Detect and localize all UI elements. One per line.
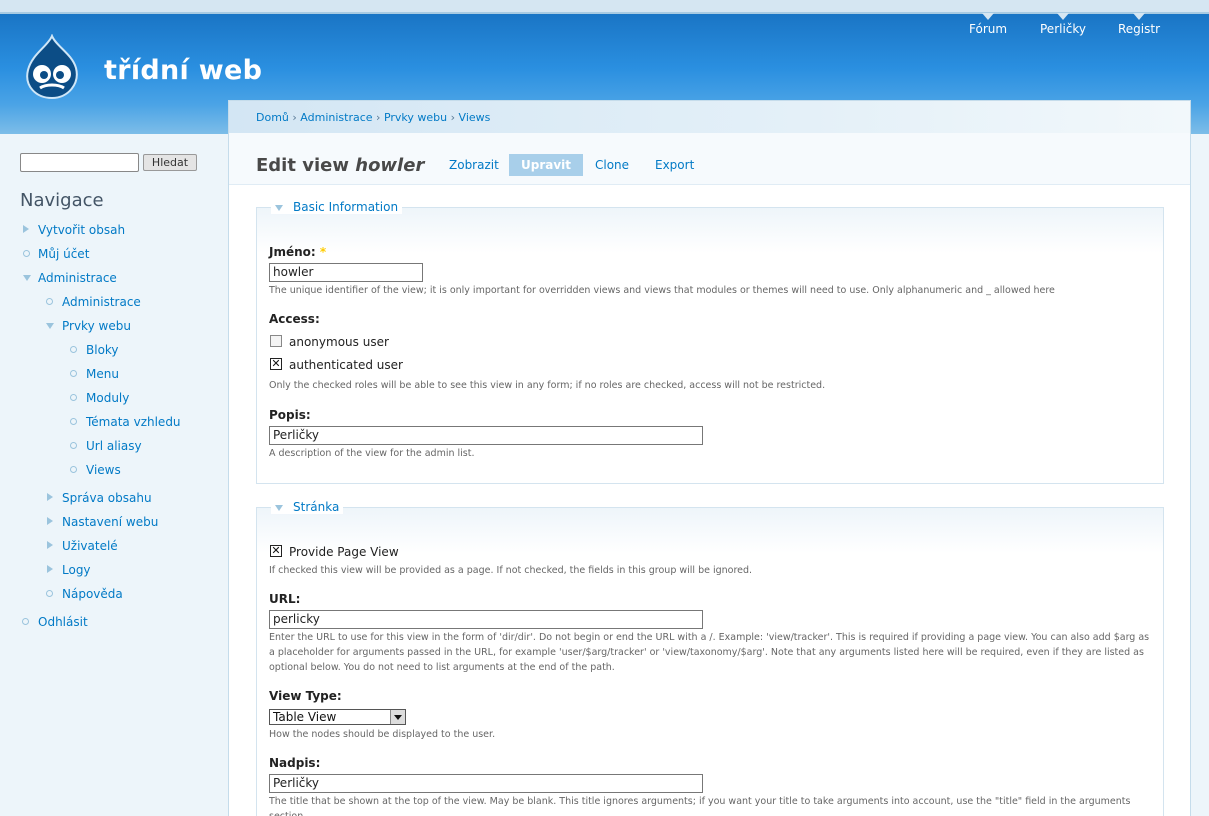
view-type-label: View Type: xyxy=(269,689,342,703)
view-type-selected-value: Table View xyxy=(273,710,337,724)
nav-item-napoveda[interactable]: Nápověda xyxy=(62,587,123,601)
expanded-arrow-icon xyxy=(46,323,54,329)
navigation-title: Navigace xyxy=(20,190,104,211)
fieldset-basic-information: Basic Information Jméno: * howler The un… xyxy=(256,200,1164,484)
title-bar: Edit view howler Zobrazit Upravit Clone … xyxy=(229,133,1190,185)
nav-item-prvky-webu[interactable]: Prvky webu xyxy=(62,319,131,333)
checkbox-anonymous-user[interactable] xyxy=(270,335,282,347)
nav-item-nastaveni-webu[interactable]: Nastavení webu xyxy=(62,515,158,529)
nav-item-uzivatele[interactable]: Uživatelé xyxy=(62,539,118,553)
breadcrumb-views[interactable]: Views xyxy=(459,111,491,124)
primary-link-registr[interactable]: Registr xyxy=(1118,13,1160,36)
breadcrumb-home[interactable]: Domů xyxy=(256,111,289,124)
leaf-bullet-icon xyxy=(70,418,77,425)
search-button[interactable]: Hledat xyxy=(143,154,197,171)
primary-links: Fórum Perličky Registr xyxy=(949,13,1209,54)
page-title-prefix: Edit view xyxy=(256,155,349,176)
popis-input[interactable]: Perličky xyxy=(269,426,703,445)
collapse-triangle-icon xyxy=(275,204,283,211)
view-type-select[interactable]: Table View xyxy=(269,709,406,725)
checkbox-label-authenticated-user[interactable]: authenticated user xyxy=(289,358,403,372)
primary-link-forum[interactable]: Fórum xyxy=(969,13,1007,36)
leaf-bullet-icon xyxy=(70,346,77,353)
sidebar: Hledat Navigace Vytvořit obsah Můj účet … xyxy=(0,134,228,816)
leaf-bullet-icon xyxy=(46,298,53,305)
collapsed-arrow-icon xyxy=(23,225,29,233)
nav-item-url-aliasy[interactable]: Url aliasy xyxy=(86,439,142,453)
name-description: The unique identifier of the view; it is… xyxy=(269,285,1055,296)
main-content: Domů › Administrace › Prvky webu › Views… xyxy=(228,100,1191,816)
leaf-bullet-icon xyxy=(70,442,77,449)
collapsed-arrow-icon xyxy=(47,565,53,573)
page-title-view-name: howler xyxy=(355,155,425,176)
breadcrumb-administrace[interactable]: Administrace xyxy=(300,111,372,124)
checkbox-authenticated-user[interactable] xyxy=(270,357,282,371)
nadpis-description: The title that be shown at the top of th… xyxy=(269,796,1131,816)
nadpis-label: Nadpis: xyxy=(269,756,321,770)
tab-zobrazit[interactable]: Zobrazit xyxy=(437,154,511,176)
collapsed-arrow-icon xyxy=(47,517,53,525)
expanded-arrow-icon xyxy=(23,275,31,281)
nav-item-temata-vzhledu[interactable]: Témata vzhledu xyxy=(86,415,181,429)
url-label: URL: xyxy=(269,592,301,606)
nav-item-administrace[interactable]: Administrace xyxy=(38,271,117,285)
nav-item-logy[interactable]: Logy xyxy=(62,563,91,577)
checkbox-provide-page-view[interactable] xyxy=(270,544,282,558)
chevron-down-icon[interactable] xyxy=(390,710,405,724)
leaf-bullet-icon xyxy=(70,394,77,401)
nav-item-moduly[interactable]: Moduly xyxy=(86,391,129,405)
popis-label: Popis: xyxy=(269,408,311,422)
checkbox-label-provide-page-view[interactable]: Provide Page View xyxy=(289,545,399,559)
nav-item-views[interactable]: Views xyxy=(86,463,121,477)
name-label: Jméno: * xyxy=(269,245,326,259)
legend-label: Stránka xyxy=(293,500,340,514)
search-input[interactable] xyxy=(20,153,139,172)
leaf-bullet-icon xyxy=(46,590,53,597)
leaf-bullet-icon xyxy=(22,618,29,625)
tab-upravit[interactable]: Upravit xyxy=(509,154,584,176)
url-input[interactable]: perlicky xyxy=(269,610,703,629)
collapsed-arrow-icon xyxy=(47,493,53,501)
name-label-text: Jméno: xyxy=(269,245,316,259)
collapsed-arrow-icon xyxy=(47,541,53,549)
nav-item-bloky[interactable]: Bloky xyxy=(86,343,119,357)
name-input[interactable]: howler xyxy=(269,263,423,282)
provide-description: If checked this view will be provided as… xyxy=(269,565,753,576)
fieldset-legend[interactable]: Basic Information xyxy=(271,200,403,214)
leaf-bullet-icon xyxy=(23,250,30,257)
drupal-drop-icon[interactable] xyxy=(22,34,82,100)
breadcrumb-separator: › xyxy=(292,111,297,124)
primary-link-perlicky[interactable]: Perličky xyxy=(1040,13,1086,36)
nadpis-input[interactable]: Perličky xyxy=(269,774,703,793)
tab-clone[interactable]: Clone xyxy=(583,154,641,176)
breadcrumb-bar: Domů › Administrace › Prvky webu › Views xyxy=(229,101,1190,133)
nav-item-administrace-sub[interactable]: Administrace xyxy=(62,295,141,309)
top-strip xyxy=(0,0,1209,14)
leaf-bullet-icon xyxy=(70,370,77,377)
site-name[interactable]: třídní web xyxy=(104,55,262,86)
nav-item-odhlasit[interactable]: Odhlásit xyxy=(38,615,88,629)
access-description: Only the checked roles will be able to s… xyxy=(269,380,826,391)
page-title: Edit view howler xyxy=(256,155,424,176)
required-mark: * xyxy=(319,245,327,259)
access-label: Access: xyxy=(269,312,320,326)
view-type-description: How the nodes should be displayed to the… xyxy=(269,729,496,740)
tab-export[interactable]: Export xyxy=(643,154,706,176)
url-description: Enter the URL to use for this view in th… xyxy=(269,632,1150,673)
popis-description: A description of the view for the admin … xyxy=(269,448,475,459)
fieldset-stranka: Stránka Provide Page View If checked thi… xyxy=(256,500,1164,816)
leaf-bullet-icon xyxy=(70,466,77,473)
breadcrumb: Domů › Administrace › Prvky webu › Views xyxy=(256,111,490,124)
nav-item-menu[interactable]: Menu xyxy=(86,367,119,381)
breadcrumb-separator: › xyxy=(376,111,381,124)
nav-item-sprava-obsahu[interactable]: Správa obsahu xyxy=(62,491,152,505)
breadcrumb-separator: › xyxy=(450,111,456,124)
fieldset-legend[interactable]: Stránka xyxy=(271,500,344,514)
legend-label: Basic Information xyxy=(293,200,399,214)
nav-item-vytvorit-obsah[interactable]: Vytvořit obsah xyxy=(38,223,125,237)
breadcrumb-prvky-webu[interactable]: Prvky webu xyxy=(384,111,447,124)
nav-item-muj-ucet[interactable]: Můj účet xyxy=(38,247,89,261)
collapse-triangle-icon xyxy=(275,504,283,511)
checkbox-label-anonymous-user[interactable]: anonymous user xyxy=(289,335,389,349)
